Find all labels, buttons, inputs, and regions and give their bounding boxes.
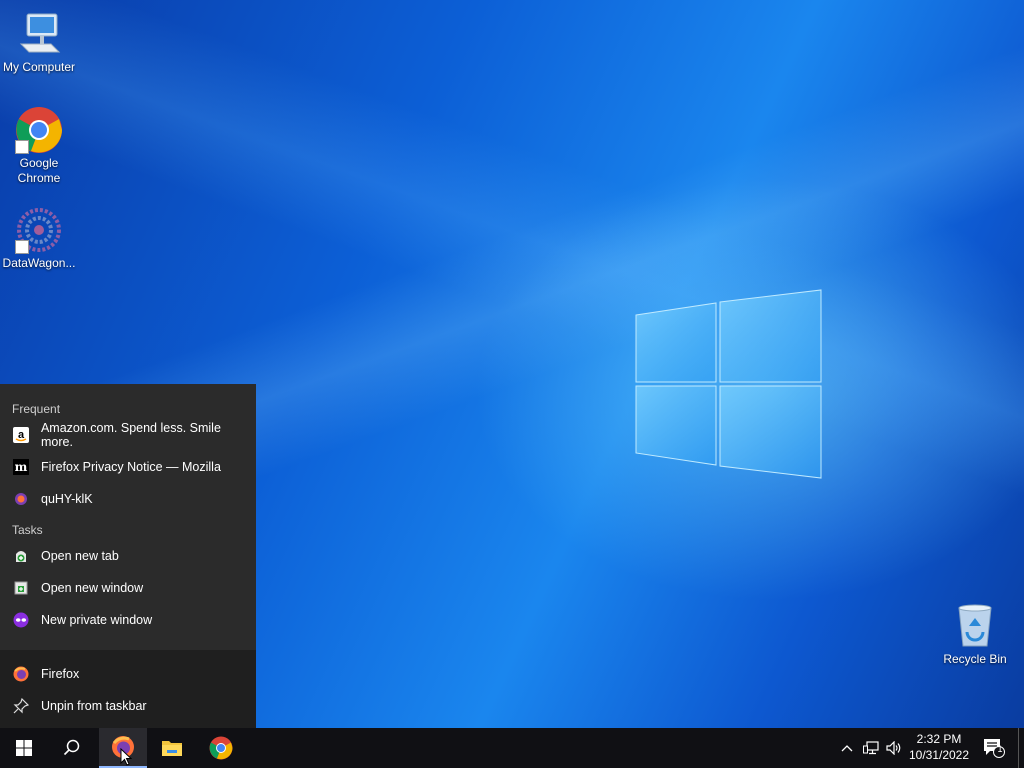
unpin-icon <box>12 697 30 715</box>
desktop-icon-my-computer[interactable]: My Computer <box>0 10 79 75</box>
jumplist-item-quhy[interactable]: quHY-klK <box>0 483 256 515</box>
system-clock[interactable]: 2:32 PM 10/31/2022 <box>906 731 972 763</box>
firefox-icon <box>12 665 30 683</box>
jumplist-item-label: Amazon.com. Spend less. Smile more. <box>40 421 221 449</box>
mouse-cursor-icon <box>120 748 132 766</box>
taskbar: 2:32 PM 10/31/2022 1 <box>0 728 1024 768</box>
task-label: Open new tab <box>41 549 119 563</box>
jumplist-item-amazon[interactable]: a Amazon.com. Spend less. Smile more. <box>0 419 256 451</box>
jumplist-open-firefox[interactable]: Firefox <box>0 658 256 690</box>
amazon-icon: a <box>12 426 30 444</box>
desktop-icon-label: My Computer <box>2 60 76 74</box>
clock-time: 2:32 PM <box>916 732 962 746</box>
new-tab-icon <box>12 547 30 565</box>
jumplist-unpin-label: Unpin from taskbar <box>41 699 147 713</box>
notification-count-badge: 1 <box>997 744 1003 754</box>
chrome-icon <box>209 736 233 760</box>
jumplist-unpin-from-taskbar[interactable]: Unpin from taskbar <box>0 690 256 722</box>
folder-icon <box>162 741 182 756</box>
desktop-icon-datawagon[interactable]: DataWagon... <box>0 206 79 271</box>
frequent-heading: Frequent <box>12 402 61 416</box>
desktop-icon-label: DataWagon... <box>2 256 76 270</box>
chrome-icon <box>15 106 63 154</box>
task-label: New private window <box>41 613 153 627</box>
volume-button[interactable] <box>884 728 904 768</box>
desktop-icon-google-chrome[interactable]: Google Chrome <box>0 106 79 186</box>
jumplist-pinned-section: Firefox Unpin from taskbar <box>0 650 256 728</box>
taskbar-firefox[interactable] <box>99 728 147 768</box>
shortcut-arrow-icon <box>15 140 29 154</box>
network-icon <box>863 741 879 755</box>
show-desktop-button[interactable] <box>1018 728 1024 768</box>
firefox-small-icon <box>12 490 30 508</box>
windows-start-icon <box>16 740 32 756</box>
shortcut-arrow-icon <box>15 240 29 254</box>
taskbar-file-explorer[interactable] <box>148 728 196 768</box>
task-new-private-window[interactable]: New private window <box>0 604 256 636</box>
desktop: My Computer Google Chrome DataWagon... R… <box>0 0 1024 728</box>
search-button[interactable] <box>48 728 96 768</box>
firefox-jump-list: Frequent a Amazon.com. Spend less. Smile… <box>0 384 256 728</box>
start-button[interactable] <box>0 728 48 768</box>
network-button[interactable] <box>860 728 882 768</box>
tasks-heading: Tasks <box>12 523 43 537</box>
mozilla-icon: m <box>12 458 30 476</box>
datawagon-icon <box>15 206 63 254</box>
speaker-icon <box>886 741 901 755</box>
show-hidden-icons-button[interactable] <box>838 728 856 768</box>
svg-text:m: m <box>15 460 28 474</box>
new-window-icon <box>12 579 30 597</box>
jumplist-app-label: Firefox <box>41 667 80 681</box>
jumplist-item-firefox-privacy[interactable]: m Firefox Privacy Notice — Mozilla <box>0 451 256 483</box>
clock-date: 10/31/2022 <box>908 748 970 762</box>
recycle-bin-icon <box>951 602 999 650</box>
windows-logo <box>635 289 822 479</box>
action-center-button[interactable]: 1 <box>978 728 1010 768</box>
desktop-icon-recycle-bin[interactable]: Recycle Bin <box>935 602 1015 667</box>
desktop-icon-label: Recycle Bin <box>943 652 1007 666</box>
task-open-new-window[interactable]: Open new window <box>0 572 256 604</box>
jumplist-item-label: quHY-klK <box>41 492 93 506</box>
task-label: Open new window <box>41 581 144 595</box>
jumplist-item-label: Firefox Privacy Notice — Mozilla <box>41 460 221 474</box>
desktop-icon-label: Google Chrome <box>17 156 61 185</box>
computer-icon <box>15 10 63 58</box>
private-window-icon <box>12 611 30 629</box>
search-icon <box>63 739 80 756</box>
taskbar-chrome[interactable] <box>197 728 245 768</box>
task-open-new-tab[interactable]: Open new tab <box>0 540 256 572</box>
chevron-up-icon <box>841 745 853 752</box>
